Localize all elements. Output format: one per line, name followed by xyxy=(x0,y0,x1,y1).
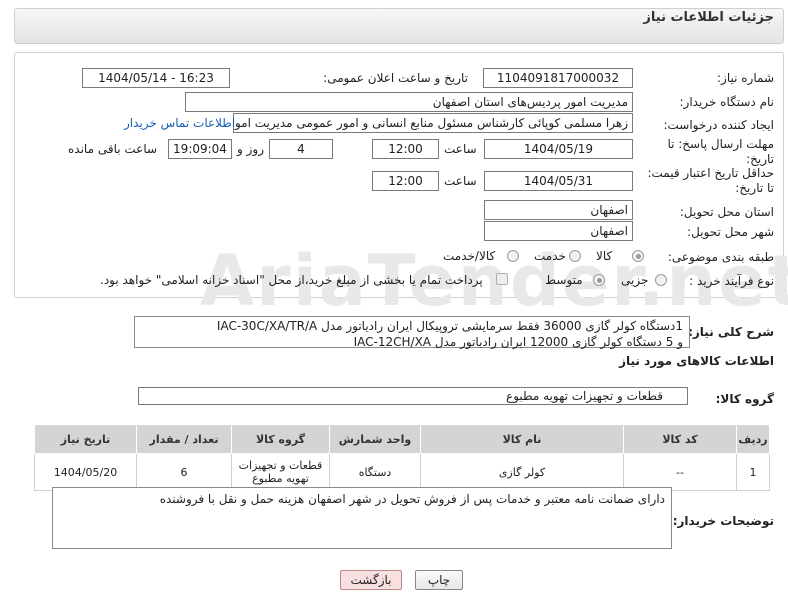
col-header-group: گروه کالا xyxy=(231,424,330,454)
process-label: نوع فرآیند خرید : xyxy=(689,274,774,288)
process-radio-minor[interactable] xyxy=(655,274,667,286)
cell-group: قطعات و تجهیزات تهویه مطبوع xyxy=(231,453,330,491)
cell-code: -- xyxy=(623,453,737,491)
table-row[interactable]: 1 -- کولر گازی دستگاه قطعات و تجهیزات ته… xyxy=(34,453,770,491)
buyer-org-label: نام دستگاه خریدار: xyxy=(679,95,775,109)
items-table-wrapper: ردیف کد کالا نام کالا واحد شمارش گروه کا… xyxy=(34,424,770,491)
process-radio-medium[interactable] xyxy=(593,274,605,286)
process-option-minor: جزیی xyxy=(621,273,649,287)
cell-date: 1404/05/20 xyxy=(34,453,137,491)
goods-section-title: اطلاعات کالاهای مورد نیاز xyxy=(619,354,774,368)
reply-date-field[interactable]: 1404/05/19 xyxy=(484,139,633,159)
description-label: شرح کلی نیاز: xyxy=(688,325,774,339)
days-label: روز و xyxy=(237,142,264,156)
goods-group-field[interactable]: قطعات و تجهیزات تهویه مطبوع xyxy=(138,387,688,405)
col-header-date: تاریخ نیاز xyxy=(34,424,137,454)
reply-time-label: ساعت xyxy=(444,142,477,156)
announce-field[interactable]: 1404/05/14 - 16:23 xyxy=(82,68,230,88)
cell-quantity: 6 xyxy=(136,453,232,491)
category-label: طبقه بندی موضوعی: xyxy=(667,250,774,264)
need-number-field[interactable]: 1104091817000032 xyxy=(483,68,633,88)
category-radio-service[interactable] xyxy=(569,250,581,262)
table-header-row: ردیف کد کالا نام کالا واحد شمارش گروه کا… xyxy=(34,424,770,454)
description-line-1: 1دستگاه کولر گازی 36000 فقط سرمایشی تروپ… xyxy=(216,319,683,333)
treasury-payment-note: پرداخت تمام یا بخشی از مبلغ خرید،از محل … xyxy=(100,273,483,287)
description-line-2: و 5 دستگاه کولر گازی 12000 ایران رادیاتو… xyxy=(353,335,683,349)
print-button[interactable]: چاپ xyxy=(415,570,463,590)
announce-label: تاریخ و ساعت اعلان عمومی: xyxy=(323,71,468,85)
reply-deadline-label: مهلت ارسال پاسخ: تا تاریخ: xyxy=(667,137,774,166)
col-header-unit: واحد شمارش xyxy=(329,424,421,454)
price-validity-label: حداقل تاریخ اعتبار قیمت: تا تاریخ: xyxy=(647,166,774,195)
category-radio-goods-service[interactable] xyxy=(507,250,519,262)
creator-label: ایجاد کننده درخواست: xyxy=(663,118,774,132)
col-header-quantity: تعداد / مقدار xyxy=(136,424,232,454)
need-number-label: شماره نیاز: xyxy=(717,71,774,85)
cell-row: 1 xyxy=(736,453,770,491)
category-option-service: خدمت xyxy=(534,249,566,263)
panel-title: جزئیات اطلاعات نیاز xyxy=(643,10,774,25)
creator-field[interactable]: زهرا مسلمی کوپائی کارشناس مسئول منابع ان… xyxy=(233,113,633,133)
cell-name: کولر گازی xyxy=(420,453,624,491)
delivery-city-label: شهر محل تحویل: xyxy=(687,225,774,239)
buyer-org-field[interactable]: مدیریت امور پردیس‌های استان اصفهان xyxy=(185,92,633,112)
process-option-medium: متوسط xyxy=(545,273,583,287)
remaining-time-field[interactable]: 19:09:04 xyxy=(168,139,232,159)
validity-date-field[interactable]: 1404/05/31 xyxy=(484,171,633,191)
buyer-contact-link[interactable]: اطلاعات تماس خریدار xyxy=(124,116,235,130)
col-header-row: ردیف xyxy=(736,424,770,454)
category-radio-goods[interactable] xyxy=(632,250,644,262)
col-header-code: کد کالا xyxy=(623,424,737,454)
category-option-goods-service: کالا/خدمت xyxy=(443,249,496,263)
col-header-name: نام کالا xyxy=(420,424,624,454)
buyer-notes-label: توضیحات خریدار: xyxy=(672,514,774,528)
items-table: ردیف کد کالا نام کالا واحد شمارش گروه کا… xyxy=(34,424,770,491)
goods-group-label: گروه کالا: xyxy=(715,392,774,406)
remaining-label: ساعت باقی مانده xyxy=(68,142,158,156)
delivery-city-field[interactable]: اصفهان xyxy=(484,221,633,241)
back-button[interactable]: بازگشت xyxy=(340,570,402,590)
description-textarea[interactable]: 1دستگاه کولر گازی 36000 فقط سرمایشی تروپ… xyxy=(134,316,690,349)
days-field[interactable]: 4 xyxy=(269,139,333,159)
validity-time-field[interactable]: 12:00 xyxy=(372,171,439,191)
delivery-province-field[interactable]: اصفهان xyxy=(484,200,633,220)
validity-time-label: ساعت xyxy=(444,174,477,188)
cell-unit: دستگاه xyxy=(329,453,421,491)
buyer-notes-textarea[interactable]: دارای ضمانت نامه معتبر و خدمات پس از فرو… xyxy=(52,487,672,549)
treasury-payment-checkbox[interactable] xyxy=(496,273,508,285)
delivery-province-label: استان محل تحویل: xyxy=(679,205,774,219)
category-option-goods: کالا xyxy=(596,249,613,263)
reply-time-field[interactable]: 12:00 xyxy=(372,139,439,159)
